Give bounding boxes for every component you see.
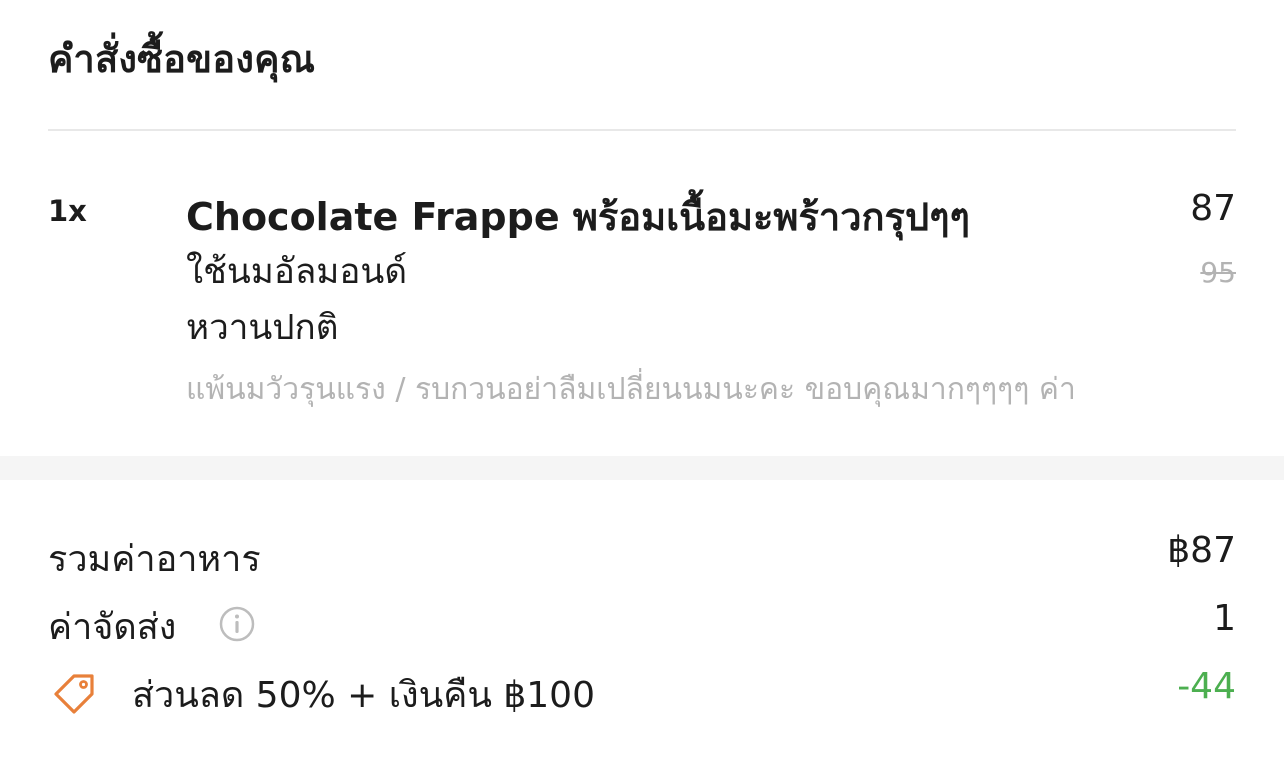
discount-label: ส่วนลด 50% + เงินคืน ฿100: [132, 675, 595, 716]
delivery-fee-row: ค่าจัดส่ง 1: [48, 598, 1236, 654]
item-original-price: 95: [1200, 256, 1236, 289]
page-title: คำสั่งซื้อของคุณ: [48, 37, 316, 81]
order-item[interactable]: 1x Chocolate Frappe พร้อมเนื้อมะพร้าวกรุ…: [0, 180, 1284, 420]
discount-value: -44: [1177, 666, 1236, 707]
info-icon[interactable]: [219, 606, 255, 642]
item-note: แพ้นมวัวรุนแรง / รบกวนอย่าลืมเปลี่ยนนมนะ…: [186, 372, 1076, 407]
item-option-sweetness: หวานปกติ: [186, 308, 339, 348]
delivery-fee-value: 1: [1213, 598, 1236, 639]
divider: [48, 129, 1236, 131]
food-total-value: ฿87: [1167, 530, 1236, 571]
discount-row: ส่วนลด 50% + เงินคืน ฿100 -44: [48, 666, 1236, 722]
tag-icon: [52, 670, 98, 716]
food-total-label: รวมค่าอาหาร: [48, 539, 261, 580]
item-price: 87: [1190, 188, 1236, 229]
item-quantity: 1x: [48, 194, 87, 228]
item-name: Chocolate Frappe พร้อมเนื้อมะพร้าวกรุปๆๆ: [186, 195, 970, 239]
item-option-milk: ใช้นมอัลมอนด์: [186, 252, 408, 292]
delivery-fee-label: ค่าจัดส่ง: [48, 607, 177, 648]
food-total-row: รวมค่าอาหาร ฿87: [48, 530, 1236, 586]
section-separator: [0, 456, 1284, 480]
